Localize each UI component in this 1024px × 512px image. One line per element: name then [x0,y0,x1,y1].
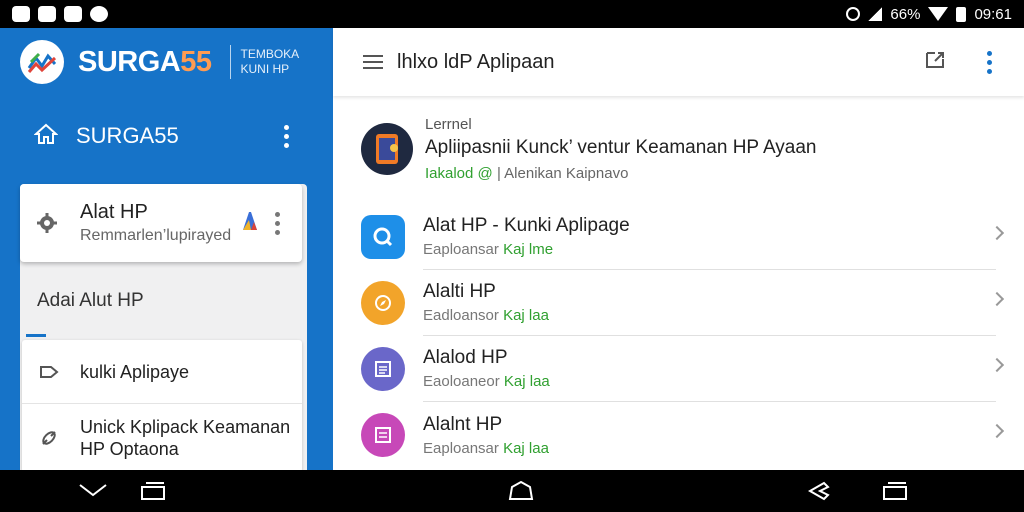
menu-icon[interactable] [363,55,383,69]
link-icon [38,427,60,449]
item-subtitle: Eaoloaneor Kaj laa [423,373,550,390]
item-subtitle: Eaploansar Kaj laa [423,439,549,457]
featured-subtitle: Iakalod @ | Alenikan Kaipnavo [425,165,629,182]
chevron-down-icon[interactable] [78,481,108,504]
featured-app[interactable]: Lerrnel Apliipasnii Kunck’ ventur Keaman… [333,114,1024,184]
list-item[interactable]: Alat HP - Kunki Aplipage Eaploansar Kaj … [333,204,1024,270]
signal-icon [868,7,883,21]
device-card[interactable]: Alat HP Remmarlen’lupirayed [20,184,302,262]
more-options-icon[interactable] [275,211,280,235]
search-icon [361,215,405,259]
status-bar: 66% 09:61 [0,0,1024,28]
app-window: SURGA55 TEMBOKA KUNI HP SURGA55 Alat HP … [0,28,1024,470]
home-icon[interactable] [506,480,536,506]
gear-icon [36,212,58,234]
share-icon[interactable] [923,49,947,76]
menu-item-label: kulki Aplipaye [80,361,190,382]
notification-icon [90,6,108,22]
page-title: lhlxo ldP Aplipaan [397,50,555,73]
more-options-icon[interactable] [284,124,289,148]
clock: 09:61 [974,5,1012,23]
sidebar-header: SURGA55 [0,96,333,176]
wifi-icon [928,7,949,21]
list-item[interactable]: Alalnt HP Eaploansar Kaj laa [333,402,1024,468]
brand-subtitle: TEMBOKA KUNI HP [240,47,299,76]
battery-percent: 66% [890,5,921,23]
sidebar-menu-item[interactable]: Unick Kplipack Keamanan HP Optaona [22,404,302,470]
item-subtitle: Eaploansar Kaj lme [423,241,554,258]
card-title: Alat HP [80,201,148,223]
logo [20,40,64,84]
list-item[interactable]: Alalti HP Eadloansor Kaj laa [333,270,1024,336]
brand-header: SURGA55 TEMBOKA KUNI HP [0,28,333,96]
card-subtitle: Remmarlen’lupirayed [80,227,232,244]
home-icon[interactable] [33,123,59,150]
notification-icon [38,6,56,22]
item-title: Alat HP - Kunki Aplipage [423,215,630,236]
system-nav-bar [0,470,1024,512]
sidebar-menu-item[interactable]: kulki Aplipaye [22,340,302,404]
document-icon [361,347,405,391]
main-content: lhlxo ldP Aplipaan Lerrnel Apliipasnii K… [333,28,1024,470]
more-options-icon[interactable] [987,50,992,74]
section-label: Adai Alut HP [37,290,144,311]
app-list: Alat HP - Kunki Aplipage Eaploansar Kaj … [333,204,1024,468]
notification-icon [12,6,30,22]
brand-name: SURGA55 [78,45,212,78]
item-subtitle: Eadloansor Kaj laa [423,307,549,324]
featured-title: Apliipasnii Kunck’ ventur Keamanan HP Ay… [425,137,817,158]
item-title: Alalti HP [423,281,496,302]
menu-item-label: Unick Kplipack Keamanan HP Optaona [80,417,291,459]
sidebar-menu: kulki Aplipaye Unick Kplipack Keamanan H… [22,340,302,470]
alarm-icon [846,7,861,21]
sidebar-title: SURGA55 [76,123,179,148]
list-item[interactable]: Alalod HP Eaoloaneor Kaj laa [333,336,1024,402]
phone-app-icon [361,123,413,175]
login-icon [38,361,60,383]
back-icon[interactable] [804,481,834,506]
item-title: Alalod HP [423,347,508,368]
sidebar: SURGA55 TEMBOKA KUNI HP SURGA55 Alat HP … [0,28,333,470]
compass-icon [361,281,405,325]
top-app-bar: lhlxo ldP Aplipaan [333,28,1024,96]
notification-icon [64,6,82,22]
recents-icon[interactable] [880,481,910,506]
featured-overline: Lerrnel [425,116,472,133]
app-logo-icon [241,210,259,237]
tab-indicator [26,334,46,337]
recents-icon[interactable] [138,481,168,506]
battery-icon [956,6,967,22]
image-icon [361,413,405,457]
divider [229,45,231,79]
item-title: Alalnt HP [423,413,503,435]
